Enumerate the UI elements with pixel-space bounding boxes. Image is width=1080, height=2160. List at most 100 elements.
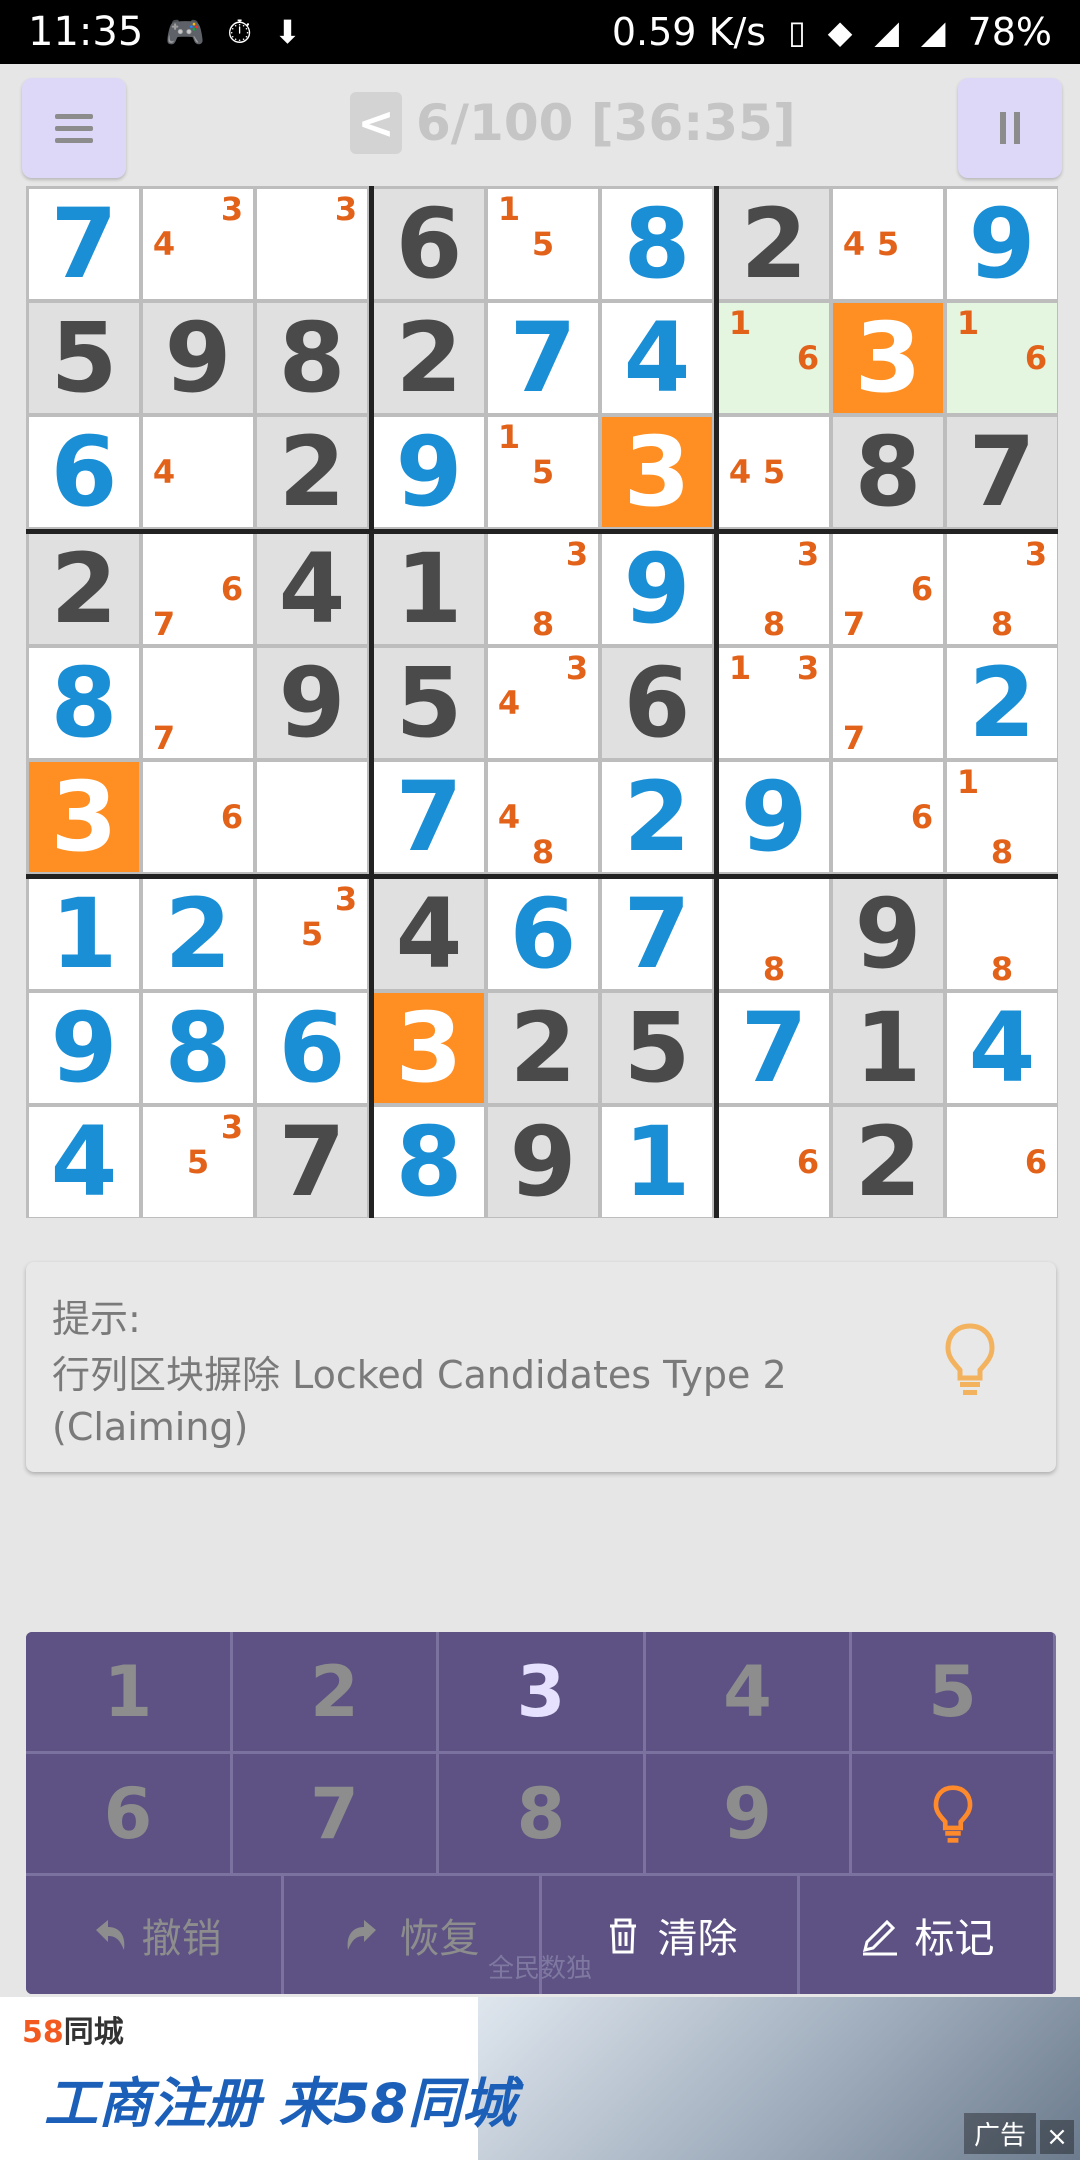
cell-r9c2[interactable]: 35 <box>143 1107 253 1217</box>
cell-r8c2[interactable]: 8 <box>143 993 253 1103</box>
cell-r5c7[interactable]: 13 <box>719 648 829 758</box>
cell-r3c2[interactable]: 4 <box>143 417 253 527</box>
pause-button[interactable] <box>958 78 1062 178</box>
cell-r8c9[interactable]: 4 <box>947 993 1057 1103</box>
cell-r8c8[interactable]: 1 <box>833 993 943 1103</box>
cell-r4c6[interactable]: 9 <box>602 534 712 644</box>
cell-r7c7[interactable]: 8 <box>719 879 829 989</box>
cell-r6c7[interactable]: 9 <box>719 762 829 872</box>
cell-r1c1[interactable]: 7 <box>29 189 139 299</box>
cell-r9c5[interactable]: 9 <box>488 1107 598 1217</box>
cell-r7c5[interactable]: 6 <box>488 879 598 989</box>
cell-r9c6[interactable]: 1 <box>602 1107 712 1217</box>
cell-r1c8[interactable]: 45 <box>833 189 943 299</box>
cell-r3c6[interactable]: 3 <box>602 417 712 527</box>
cell-r3c7[interactable]: 45 <box>719 417 829 527</box>
cell-r7c4[interactable]: 4 <box>374 879 484 989</box>
key-1[interactable]: 1 <box>26 1632 233 1754</box>
cell-r5c2[interactable]: 7 <box>143 648 253 758</box>
cell-r8c6[interactable]: 5 <box>602 993 712 1103</box>
cell-r7c3[interactable]: 35 <box>257 879 367 989</box>
cell-r9c3[interactable]: 7 <box>257 1107 367 1217</box>
cell-r6c2[interactable]: 6 <box>143 762 253 872</box>
cell-r5c5[interactable]: 34 <box>488 648 598 758</box>
ad-close-button[interactable]: × <box>1040 2120 1074 2154</box>
cell-r9c1[interactable]: 4 <box>29 1107 139 1217</box>
cell-r3c1[interactable]: 6 <box>29 417 139 527</box>
cell-r5c3[interactable]: 9 <box>257 648 367 758</box>
cell-r1c7[interactable]: 2 <box>719 189 829 299</box>
cell-r5c8[interactable]: 7 <box>833 648 943 758</box>
ad-banner[interactable]: 58同城 工商注册 来58同城 广告 × <box>0 1997 1080 2160</box>
cell-r2c5[interactable]: 7 <box>488 303 598 413</box>
prev-puzzle-button[interactable]: < <box>350 92 402 154</box>
action-trash-button[interactable]: 清除 <box>542 1876 800 1994</box>
cell-r2c8[interactable]: 3 <box>833 303 943 413</box>
key-6[interactable]: 6 <box>26 1754 233 1876</box>
action-pencil-button[interactable]: 标记 <box>800 1876 1056 1994</box>
cell-r9c9[interactable]: 6 <box>947 1107 1057 1217</box>
key-9[interactable]: 9 <box>646 1754 852 1876</box>
cell-r9c7[interactable]: 6 <box>719 1107 829 1217</box>
key-7[interactable]: 7 <box>233 1754 439 1876</box>
key-8[interactable]: 8 <box>439 1754 646 1876</box>
cell-r6c4[interactable]: 7 <box>374 762 484 872</box>
cell-r5c6[interactable]: 6 <box>602 648 712 758</box>
cell-r6c5[interactable]: 48 <box>488 762 598 872</box>
cell-r7c1[interactable]: 1 <box>29 879 139 989</box>
cell-r8c5[interactable]: 2 <box>488 993 598 1103</box>
cell-r4c5[interactable]: 38 <box>488 534 598 644</box>
cell-r8c4[interactable]: 3 <box>374 993 484 1103</box>
cell-r6c1[interactable]: 3 <box>29 762 139 872</box>
cell-r1c2[interactable]: 34 <box>143 189 253 299</box>
cell-r9c4[interactable]: 8 <box>374 1107 484 1217</box>
key-3[interactable]: 3 <box>439 1632 646 1754</box>
cell-r6c6[interactable]: 2 <box>602 762 712 872</box>
cell-r1c5[interactable]: 15 <box>488 189 598 299</box>
cell-r3c9[interactable]: 7 <box>947 417 1057 527</box>
cell-r3c5[interactable]: 15 <box>488 417 598 527</box>
cell-r1c6[interactable]: 8 <box>602 189 712 299</box>
cell-r4c7[interactable]: 38 <box>719 534 829 644</box>
cell-r2c6[interactable]: 4 <box>602 303 712 413</box>
cell-r8c7[interactable]: 7 <box>719 993 829 1103</box>
cell-r6c9[interactable]: 18 <box>947 762 1057 872</box>
cell-r5c4[interactable]: 5 <box>374 648 484 758</box>
cell-r4c9[interactable]: 38 <box>947 534 1057 644</box>
menu-button[interactable] <box>22 78 126 178</box>
cell-r3c3[interactable]: 2 <box>257 417 367 527</box>
cell-r4c1[interactable]: 2 <box>29 534 139 644</box>
cell-r8c1[interactable]: 9 <box>29 993 139 1103</box>
cell-r4c3[interactable]: 4 <box>257 534 367 644</box>
cell-r2c9[interactable]: 16 <box>947 303 1057 413</box>
cell-r7c2[interactable]: 2 <box>143 879 253 989</box>
cell-r1c4[interactable]: 6 <box>374 189 484 299</box>
cell-r2c4[interactable]: 2 <box>374 303 484 413</box>
action-undo-button[interactable]: 撤销 <box>26 1876 284 1994</box>
cell-r3c8[interactable]: 8 <box>833 417 943 527</box>
cell-r9c8[interactable]: 2 <box>833 1107 943 1217</box>
cell-r2c1[interactable]: 5 <box>29 303 139 413</box>
cell-r2c3[interactable]: 8 <box>257 303 367 413</box>
cell-r6c3[interactable] <box>257 762 367 872</box>
cell-r5c1[interactable]: 8 <box>29 648 139 758</box>
key-4[interactable]: 4 <box>646 1632 852 1754</box>
cell-r4c8[interactable]: 67 <box>833 534 943 644</box>
hint-key[interactable] <box>852 1754 1056 1876</box>
cell-r5c9[interactable]: 2 <box>947 648 1057 758</box>
action-redo-button[interactable]: 恢复 <box>284 1876 542 1994</box>
cell-r7c6[interactable]: 7 <box>602 879 712 989</box>
cell-r2c7[interactable]: 16 <box>719 303 829 413</box>
cell-r8c3[interactable]: 6 <box>257 993 367 1103</box>
cell-r4c4[interactable]: 1 <box>374 534 484 644</box>
cell-r4c2[interactable]: 67 <box>143 534 253 644</box>
cell-r7c9[interactable]: 8 <box>947 879 1057 989</box>
cell-r7c8[interactable]: 9 <box>833 879 943 989</box>
key-5[interactable]: 5 <box>852 1632 1056 1754</box>
cell-r3c4[interactable]: 9 <box>374 417 484 527</box>
cell-r1c9[interactable]: 9 <box>947 189 1057 299</box>
cell-r2c2[interactable]: 9 <box>143 303 253 413</box>
cell-r6c8[interactable]: 6 <box>833 762 943 872</box>
key-2[interactable]: 2 <box>233 1632 439 1754</box>
cell-r1c3[interactable]: 3 <box>257 189 367 299</box>
